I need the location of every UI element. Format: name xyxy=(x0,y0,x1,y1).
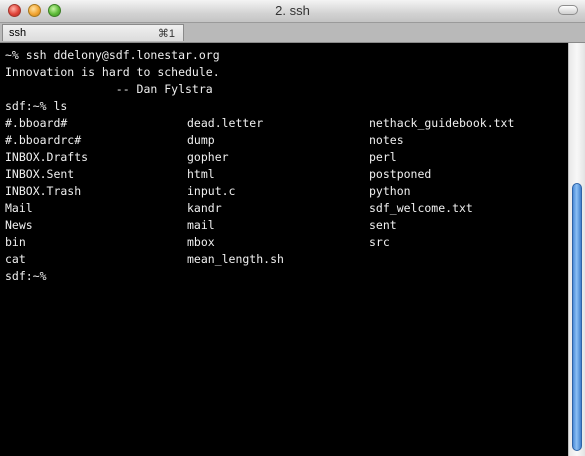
tab-shortcut: ⌘1 xyxy=(157,28,175,40)
shell-prompt: sdf:~% xyxy=(5,269,47,283)
scrollbar-thumb[interactable] xyxy=(572,183,582,451)
ls-entry: kandr xyxy=(187,201,222,215)
ls-entry: mbox xyxy=(187,235,215,249)
ls-entry: INBOX.Sent xyxy=(5,167,75,181)
ls-entry: html xyxy=(187,167,215,181)
ls-entry: notes xyxy=(369,133,404,147)
ls-entry: INBOX.Trash xyxy=(5,184,82,198)
ls-entry: cat xyxy=(5,252,26,266)
ls-entry: perl xyxy=(369,150,397,164)
title-bar[interactable]: 2. ssh xyxy=(0,0,585,23)
ls-row: INBOX.Drafts gopher perl xyxy=(5,149,551,166)
window-title: 2. ssh xyxy=(275,3,310,18)
toolbar-toggle-icon[interactable] xyxy=(558,5,578,15)
ls-entry: dead.letter xyxy=(187,116,264,130)
ls-row: #.bboardrc# dump notes xyxy=(5,132,551,149)
ls-entry: INBOX.Drafts xyxy=(5,150,89,164)
ls-entry: #.bboard# xyxy=(5,116,68,130)
ls-row: INBOX.Trash input.c python xyxy=(5,183,551,200)
ls-entry: sdf_welcome.txt xyxy=(369,201,473,215)
ls-entry: mean_length.sh xyxy=(187,252,284,266)
ls-entry: News xyxy=(5,218,33,232)
terminal-line: -- Dan Fylstra xyxy=(5,82,213,96)
ls-row: #.bboard# dead.letter nethack_guidebook.tx… xyxy=(5,115,551,132)
ls-entry: mail xyxy=(187,218,215,232)
ls-entry: Mail xyxy=(5,201,33,215)
terminal-output[interactable]: ~% ssh ddelony@sdf.lonestar.org Innovatio… xyxy=(0,43,568,456)
ls-entry: src xyxy=(369,235,390,249)
prompt-row: sdf:~% xyxy=(5,268,551,285)
ls-listing: #.bboard# dead.letter nethack_guidebook.tx… xyxy=(5,115,551,285)
tab-bar: ssh ⌘1 xyxy=(0,23,585,43)
terminal-header-lines: ~% ssh ddelony@sdf.lonestar.org Innovatio… xyxy=(5,47,220,115)
ls-entry: nethack_guidebook.txt xyxy=(369,116,515,130)
ls-row: Mail kandr sdf_welcome.txt xyxy=(5,200,551,217)
terminal-line: ~% ssh ddelony@sdf.lonestar.org xyxy=(5,48,220,62)
ls-entry: bin xyxy=(5,235,26,249)
ls-entry: dump xyxy=(187,133,215,147)
terminal-line: sdf:~% ls xyxy=(5,99,68,113)
ls-entry: python xyxy=(369,184,411,198)
ls-row: bin mbox src xyxy=(5,234,551,251)
tab-label: ssh xyxy=(9,27,27,39)
ls-row: INBOX.Sent html postponed xyxy=(5,166,551,183)
tab-ssh[interactable]: ssh ⌘1 xyxy=(2,24,184,41)
ls-entry: postponed xyxy=(369,167,432,181)
ls-entry: gopher xyxy=(187,150,229,164)
ls-entry: #.bboardrc# xyxy=(5,133,82,147)
ls-row: cat mean_length.sh xyxy=(5,251,551,268)
vertical-scrollbar[interactable] xyxy=(568,43,585,456)
ls-row: News mail sent xyxy=(5,217,551,234)
terminal-line: Innovation is hard to schedule. xyxy=(5,65,220,79)
ls-entry: sent xyxy=(369,218,397,232)
terminal-window: 2. ssh ssh ⌘1 ~% ssh ddelony@sdf.lonesta… xyxy=(0,0,585,456)
ls-entry: input.c xyxy=(187,184,236,198)
